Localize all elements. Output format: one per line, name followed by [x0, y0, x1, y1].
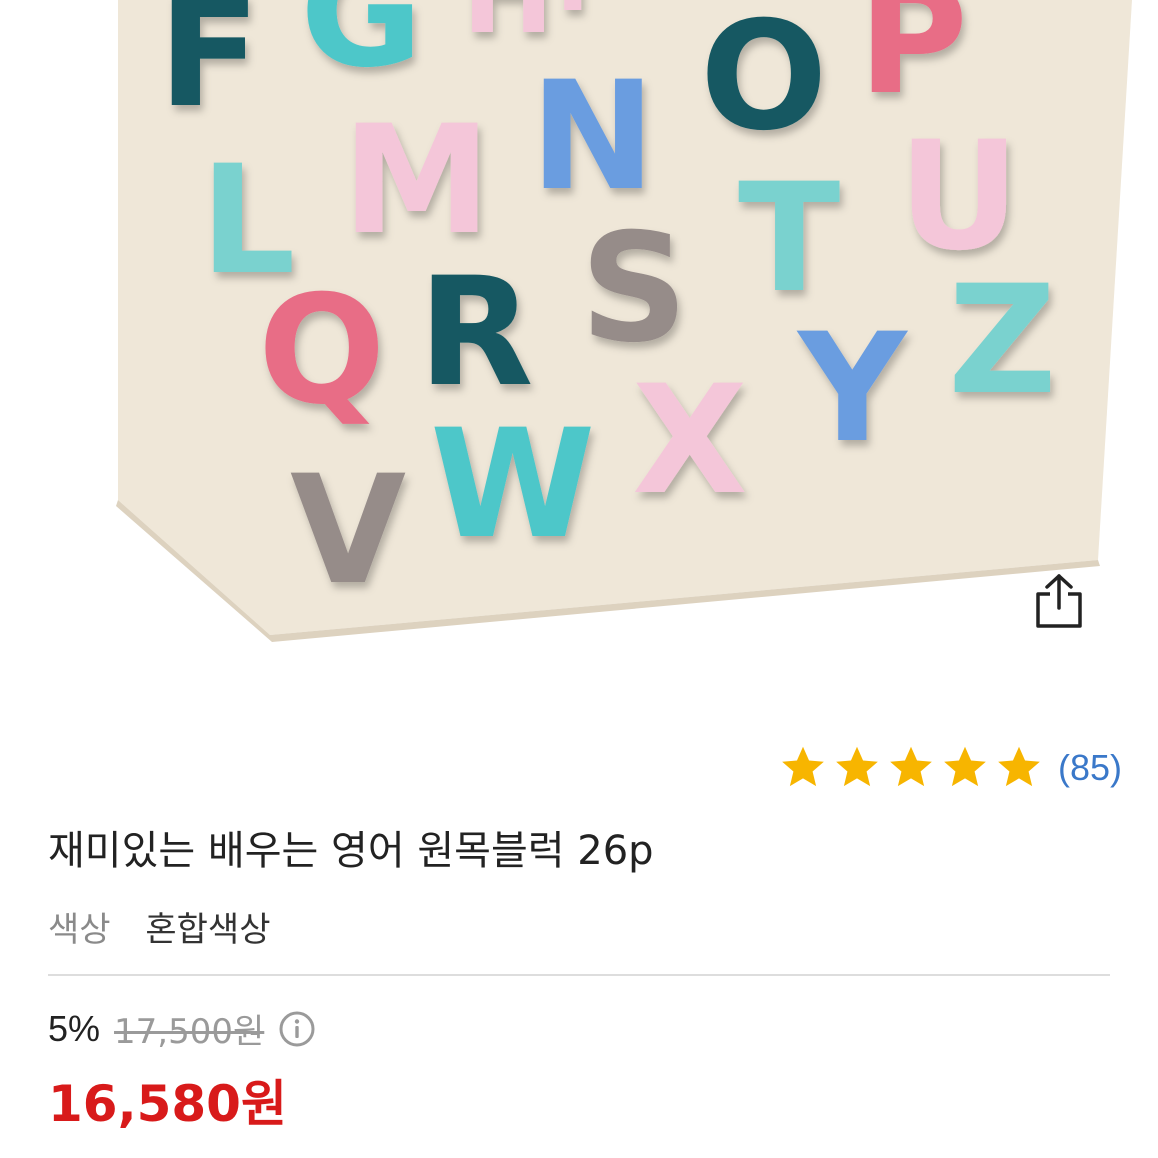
review-count-link[interactable]: (85) — [1058, 747, 1122, 789]
option-row: 색상 혼합색상 — [48, 902, 271, 951]
letter-r: R — [418, 246, 534, 420]
option-value: 혼합색상 — [145, 910, 271, 950]
star-icon — [782, 746, 824, 787]
product-detail-page: F G H I O P L M N T U Q R S Z Y V — [0, 0, 1158, 1158]
letter-f: F — [158, 0, 260, 141]
letter-v: V — [290, 444, 406, 618]
info-icon[interactable] — [278, 1010, 316, 1048]
share-icon — [1036, 574, 1082, 628]
price-discount-row: 5% 17,500원 — [48, 1004, 316, 1053]
star-icon — [998, 746, 1040, 787]
letter-p: P — [858, 0, 968, 128]
star-icon — [944, 746, 986, 787]
puzzle-board-illustration: F G H I O P L M N T U Q R S Z Y V — [116, 0, 1132, 642]
product-title: 재미있는 배우는 영어 원목블럭 26p — [48, 828, 654, 874]
star-rating — [778, 743, 1044, 793]
sale-price: 16,580원 — [48, 1075, 287, 1133]
discount-rate: 5% — [48, 1007, 101, 1049]
letter-w: W — [430, 398, 595, 572]
letter-m: M — [342, 94, 491, 268]
letter-q: Q — [258, 264, 386, 438]
letter-o: O — [700, 0, 828, 164]
letter-n: N — [530, 50, 656, 224]
original-price: 17,500원 — [114, 1012, 265, 1052]
rating[interactable]: (85) — [778, 738, 1122, 798]
letter-g: G — [300, 0, 423, 101]
product-image[interactable]: F G H I O P L M N T U Q R S Z Y V — [0, 0, 1158, 700]
divider — [48, 974, 1110, 976]
letter-z: Z — [948, 254, 1057, 428]
star-icon — [890, 746, 932, 787]
letter-i: I — [556, 0, 590, 32]
letter-x: X — [632, 354, 748, 528]
letter-t: T — [738, 152, 840, 326]
letter-s: S — [580, 202, 688, 376]
star-icon — [836, 746, 878, 787]
option-label: 색상 — [48, 910, 111, 950]
share-button[interactable] — [1026, 568, 1092, 634]
letter-y: Y — [796, 302, 909, 476]
